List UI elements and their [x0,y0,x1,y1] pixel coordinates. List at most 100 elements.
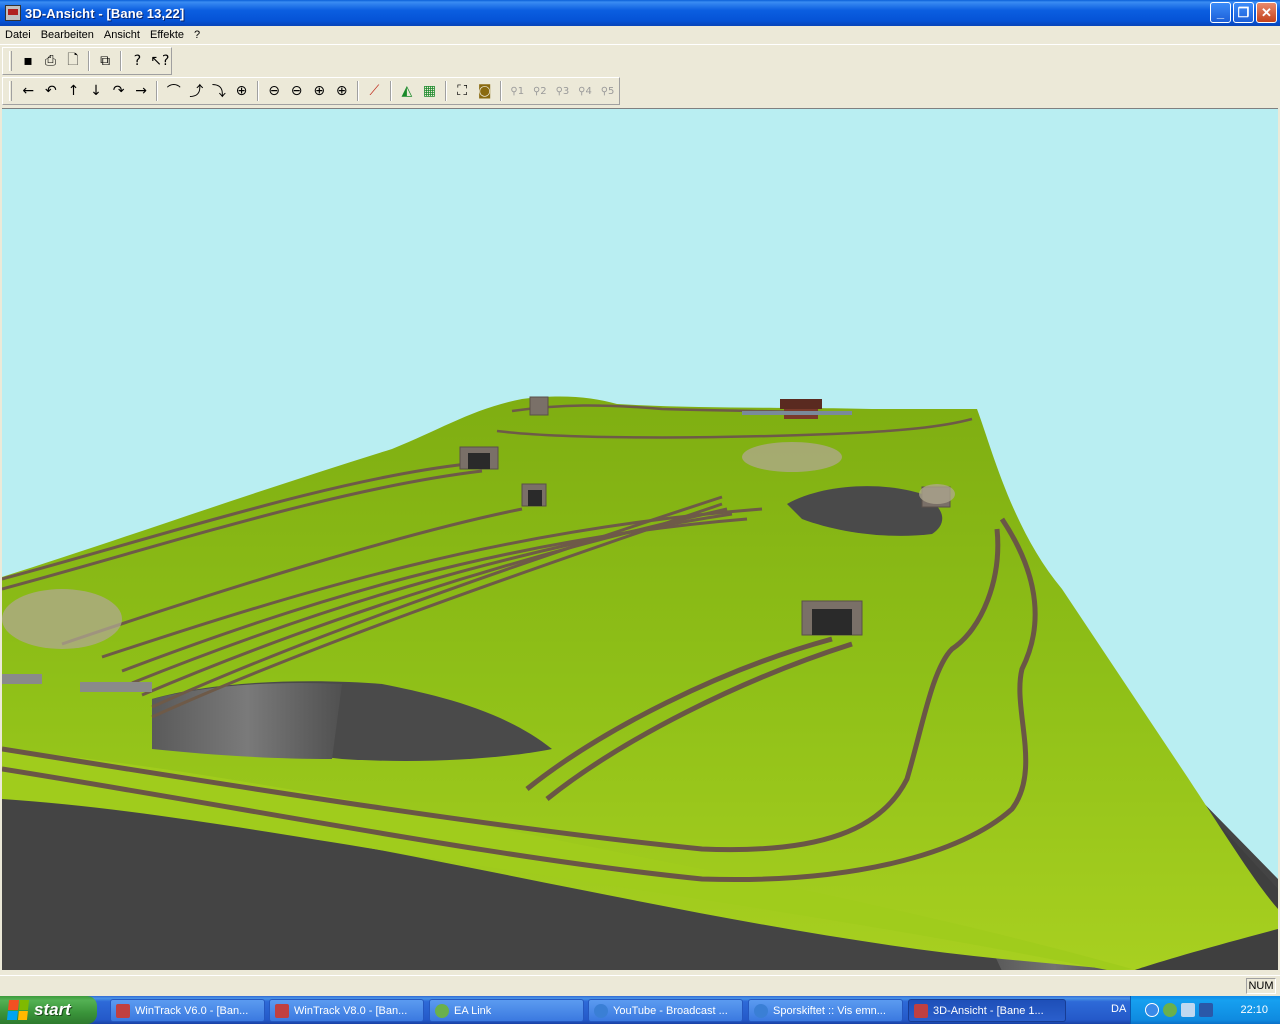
zoom-out-fast-button[interactable]: ⊖ [263,80,286,102]
toolbar-separator [499,81,502,101]
camera-icon: ◙ [477,83,492,99]
taskbar-item-wintrack-v6[interactable]: WinTrack V6.0 - [Ban... [110,999,265,1022]
toolbar-grip[interactable] [9,51,12,71]
camera-tilt-up-icon: ⌒ [166,84,181,100]
close-button[interactable]: ✕ [1256,2,1277,23]
wintrack-icon [116,1003,130,1018]
move-down-button[interactable]: ↓ [85,80,108,102]
grid-button[interactable]: ▦ [418,80,441,102]
ea-tray-icon[interactable] [1163,1003,1177,1017]
copy-button[interactable]: ⧉ [94,50,116,72]
zoom-out-icon: ⊖ [290,83,303,99]
zoom-in-fast-icon: ⊕ [335,83,348,99]
toolbar-grip[interactable] [9,81,12,101]
position-5-icon: ⚲5 [600,85,615,97]
position-1-icon: ⚲1 [510,85,525,97]
position-5-button[interactable]: ⚲5 [596,80,619,102]
station-roof [780,399,822,409]
language-indicator[interactable]: DA [1111,1003,1126,1015]
app-window: 3D-Ansicht - [Bane 13,22] _ ❐ ✕ Datei Be… [0,0,1280,996]
toolbar-separator [88,51,90,71]
taskbar-item-youtube[interactable]: YouTube - Broadcast ... [588,999,743,1022]
fit-view-icon: ⛶ [457,83,467,99]
help-icon: ? [133,53,142,69]
zoom-in-fast-button[interactable]: ⊕ [331,80,354,102]
print-icon: ⎙ [44,53,57,69]
app-icon[interactable] [5,5,21,21]
3d-scene [2,396,1278,970]
menu-ansicht[interactable]: Ansicht [99,27,145,44]
menu-datei[interactable]: Datei [0,27,36,44]
position-3-button[interactable]: ⚲3 [551,80,574,102]
position-2-button[interactable]: ⚲2 [529,80,552,102]
arrow-down-icon: ↓ [90,83,102,99]
camera-lower-button[interactable]: ⤵ [208,80,231,102]
rotate-left-icon: ↶ [44,83,57,99]
title-bar[interactable]: 3D-Ansicht - [Bane 13,22] _ ❐ ✕ [0,0,1280,26]
start-label: start [34,1000,71,1019]
show-hidden-icons-icon[interactable] [1145,1003,1159,1017]
minimize-button[interactable]: _ [1210,2,1231,23]
zoom-in-icon: ⊕ [313,83,326,99]
print-preview-button[interactable]: 🗋 [62,50,84,72]
tunnel-opening [812,609,852,635]
taskbar-item-sporskiftet[interactable]: Sporskiftet :: Vis emn... [748,999,903,1022]
fit-view-button[interactable]: ⛶ [451,80,474,102]
zoom-in-button[interactable]: ⊕ [308,80,331,102]
restore-button[interactable]: ❐ [1233,2,1254,23]
menu-help[interactable]: ? [189,27,205,44]
rotate-left-button[interactable]: ↶ [40,80,63,102]
camera-raise-icon: ⤴ [189,84,204,100]
position-4-button[interactable]: ⚲4 [574,80,597,102]
save-icon: ▪ [23,53,33,69]
menu-effekte[interactable]: Effekte [145,27,189,44]
context-help-button[interactable]: ↖? [149,50,171,72]
start-button[interactable]: start [0,996,97,1024]
taskbar-item-wintrack-v8[interactable]: WinTrack V8.0 - [Ban... [269,999,424,1022]
tunnel-portal [529,396,549,416]
file-toolbar: ▪ ⎙ 🗋 ⧉ ? ↖? [2,47,172,75]
bridge [2,674,42,684]
move-left-button[interactable]: ← [17,80,40,102]
print-preview-icon: 🗋 [67,52,79,68]
position-1-button[interactable]: ⚲1 [506,80,529,102]
save-button[interactable]: ▪ [17,50,39,72]
context-help-icon: ↖? [150,53,170,69]
position-4-icon: ⚲4 [578,85,592,97]
track-tool-button[interactable]: ⟋ [363,80,386,102]
internet-explorer-icon [594,1003,608,1018]
toolbar-separator [256,81,259,101]
camera-lower-icon: ⤵ [211,84,226,100]
landscape-button[interactable]: ◭ [396,80,419,102]
station-platform [742,411,852,415]
camera-reset-button[interactable]: ⊕ [230,80,253,102]
rotate-right-icon: ↷ [112,83,125,99]
taskbar-item-3d-ansicht[interactable]: 3D-Ansicht - [Bane 1... [908,999,1066,1022]
network-tray-icon[interactable] [1181,1003,1195,1017]
rock-patch [919,484,955,504]
help-button[interactable]: ? [126,50,148,72]
messenger-tray-icon[interactable] [1199,1003,1213,1017]
clock[interactable]: 22:10 [1240,1004,1268,1016]
rock-patch [742,442,842,472]
taskbar-item-ea-link[interactable]: EA Link [429,999,584,1022]
move-right-button[interactable]: → [130,80,153,102]
menu-bearbeiten[interactable]: Bearbeiten [36,27,99,44]
wintrack-icon [914,1003,928,1018]
rotate-right-button[interactable]: ↷ [107,80,130,102]
camera-button[interactable]: ◙ [473,80,496,102]
print-button[interactable]: ⎙ [39,50,61,72]
3d-viewport[interactable] [2,108,1278,970]
camera-raise-button[interactable]: ⤴ [185,80,208,102]
copy-icon: ⧉ [100,53,111,69]
taskbar-item-label: WinTrack V8.0 - [Ban... [294,1004,408,1017]
move-up-button[interactable]: ↑ [62,80,85,102]
zoom-out-fast-icon: ⊖ [268,83,280,99]
taskbar-item-label: YouTube - Broadcast ... [613,1004,728,1017]
zoom-out-button[interactable]: ⊖ [285,80,308,102]
tunnel-opening [468,453,490,469]
windows-logo-icon [6,1000,30,1020]
taskbar-item-label: 3D-Ansicht - [Bane 1... [933,1004,1044,1017]
camera-tilt-up-button[interactable]: ⌒ [162,80,185,102]
toolbar-separator [357,81,360,101]
